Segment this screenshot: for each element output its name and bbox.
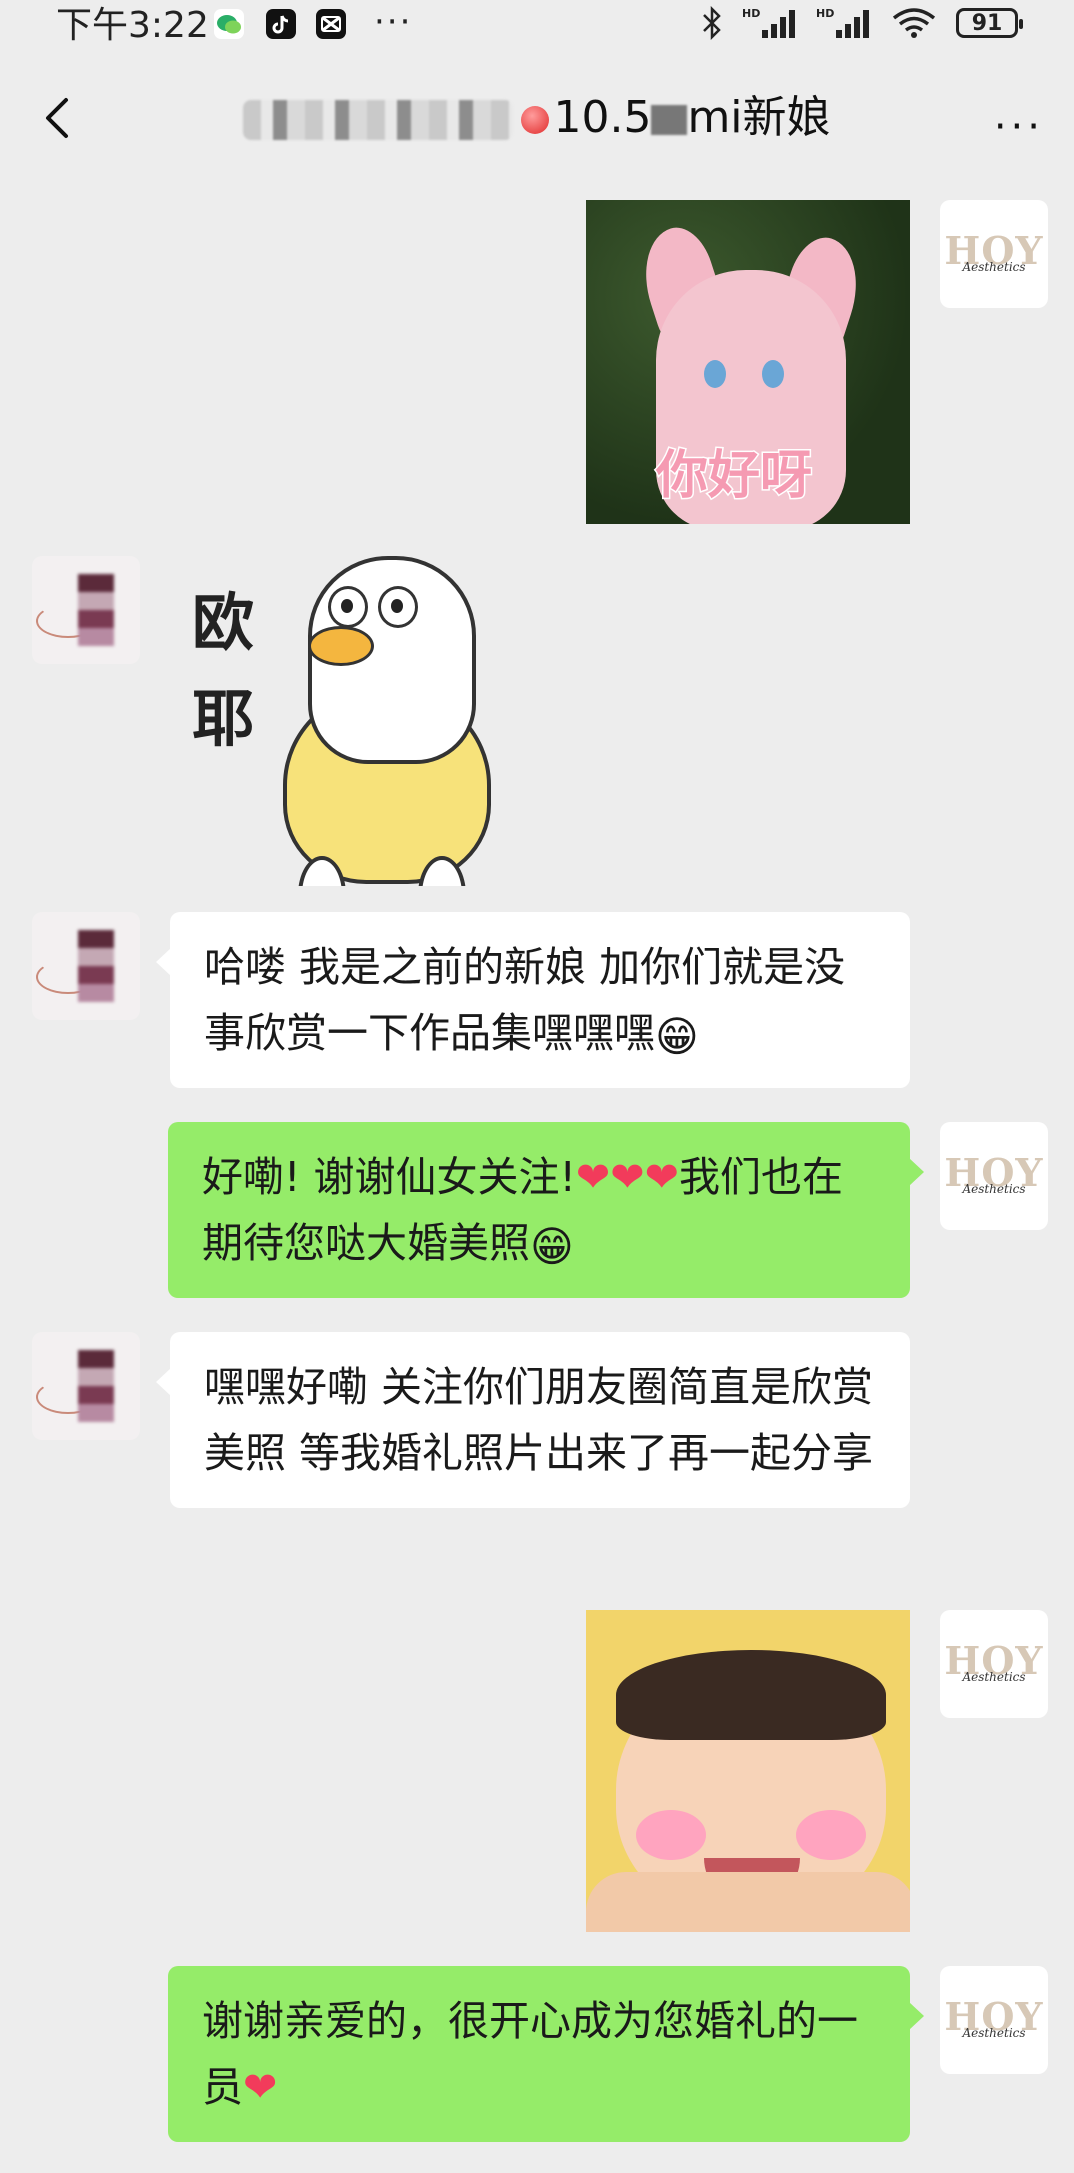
sticker-caption-1: 欧 xyxy=(192,586,255,659)
self-avatar[interactable]: HOY Aesthetics xyxy=(940,200,1048,308)
more-options-icon[interactable]: ··· xyxy=(994,104,1044,150)
status-bar: 下午3:22 ··· HD HD 91 xyxy=(0,0,1074,54)
signal-icon-1: HD xyxy=(742,7,795,38)
sticker-hello-fox[interactable]: 你好呀 xyxy=(586,200,910,524)
self-avatar[interactable]: HOY Aesthetics xyxy=(940,1122,1048,1230)
chat-title: 10.5 mi新娘 xyxy=(0,90,1074,146)
message-text: 谢谢亲爱的，很开心成为您婚礼的一员 xyxy=(202,1997,858,2111)
brand-logo-subtext: Aesthetics xyxy=(962,2026,1026,2040)
self-avatar[interactable]: HOY Aesthetics xyxy=(940,1610,1048,1718)
brand-logo-subtext: Aesthetics xyxy=(962,1182,1026,1196)
friend-avatar[interactable] xyxy=(32,1332,140,1440)
message-text: 哈喽 我是之前的新娘 加你们就是没事欣赏一下作品集嘿嘿嘿 xyxy=(204,943,846,1057)
wifi-icon xyxy=(892,8,936,38)
friend-avatar[interactable] xyxy=(32,556,140,664)
svg-text:HD: HD xyxy=(816,7,834,20)
wechat-notify-icon xyxy=(214,9,244,39)
sticker-caption-2: 耶 xyxy=(192,682,255,755)
heart-emoji-icon: ❤ xyxy=(243,2063,278,2111)
signal-icon-2: HD xyxy=(816,7,869,38)
sticker-smiling-baby[interactable] xyxy=(586,1610,910,1932)
chat-title-number: 10.5 xyxy=(553,92,652,143)
message-bubble-received[interactable]: 嘿嘿好嘞 关注你们朋友圈简直是欣赏美照 等我婚礼照片出来了再一起分享 xyxy=(156,1332,910,1508)
message-text: 嘿嘿好嘞 关注你们朋友圈简直是欣赏美照 等我婚礼照片出来了再一起分享 xyxy=(204,1363,874,1477)
notification-more-icon: ··· xyxy=(374,2,413,42)
friend-avatar[interactable] xyxy=(32,912,140,1020)
chat-header: 10.5 mi新娘 ··· xyxy=(0,60,1074,180)
battery-icon: 91 xyxy=(956,8,1023,38)
redacted-fragment xyxy=(651,105,688,135)
brand-logo-subtext: Aesthetics xyxy=(962,1670,1026,1684)
sticker-duck-yeah[interactable]: 欧 耶 xyxy=(188,556,518,886)
brand-logo-subtext: Aesthetics xyxy=(962,260,1026,274)
sticker-caption: 你好呀 xyxy=(654,445,813,508)
svg-text:HD: HD xyxy=(742,7,760,20)
message-bubble-sent[interactable]: 好嘞! 谢谢仙女关注!❤❤❤我们也在期待您哒大婚美照😁 xyxy=(168,1122,924,1298)
status-time: 下午3:22 xyxy=(56,5,209,46)
capcut-notify-icon xyxy=(316,9,346,39)
redacted-name xyxy=(243,100,514,140)
heart-emoji-icon: ❤❤❤ xyxy=(575,1153,679,1201)
chat-title-suffix: mi新娘 xyxy=(687,92,831,143)
message-bubble-received[interactable]: 哈喽 我是之前的新娘 加你们就是没事欣赏一下作品集嘿嘿嘿😁 xyxy=(156,912,910,1088)
grin-emoji-icon: 😁 xyxy=(655,1012,699,1061)
douyin-notify-icon xyxy=(266,9,296,39)
grin-emoji-icon: 😁 xyxy=(530,1222,574,1271)
message-text: 好嘞! 谢谢仙女关注! xyxy=(202,1153,576,1201)
self-avatar[interactable]: HOY Aesthetics xyxy=(940,1966,1048,2074)
bluetooth-icon xyxy=(703,6,721,40)
message-bubble-sent[interactable]: 谢谢亲爱的，很开心成为您婚礼的一员❤ xyxy=(168,1966,924,2142)
pin-emoji-icon xyxy=(521,106,550,134)
system-status-icons: HD HD 91 xyxy=(700,6,1023,40)
